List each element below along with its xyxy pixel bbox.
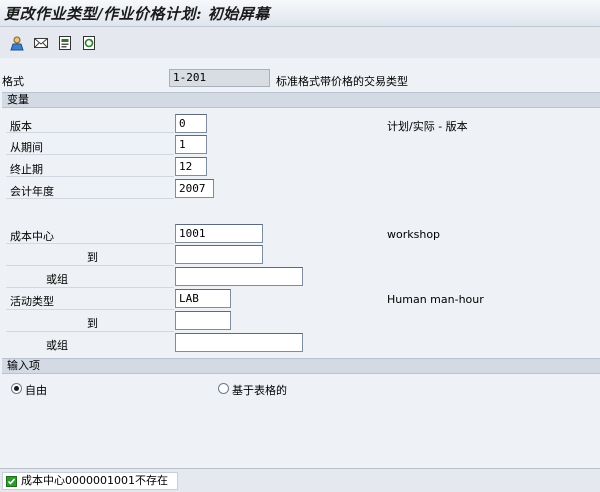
- to-period-label: 终止期: [10, 163, 43, 176]
- radio-selected-dot: [14, 386, 19, 391]
- activity-type-row-divider: [6, 309, 174, 310]
- layout-description: 标准格式带价格的交易类型: [276, 75, 408, 88]
- mail-icon: [33, 35, 49, 51]
- document-refresh-button[interactable]: [80, 34, 98, 51]
- from-period-label: 从期间: [10, 141, 43, 154]
- entry-section-header: 输入项: [2, 358, 600, 374]
- to-period-input[interactable]: 12: [175, 157, 207, 176]
- cost-center-group-label: 或组: [46, 273, 68, 286]
- variables-section-header: 变量: [2, 92, 600, 108]
- user-button[interactable]: [8, 34, 26, 51]
- cost-center-group-row-divider: [6, 287, 174, 288]
- from-period-input[interactable]: 1: [175, 135, 207, 154]
- status-message: 成本中心0000001001不存在: [21, 474, 168, 487]
- variables-header-label: 变量: [7, 93, 29, 106]
- form-based-radio[interactable]: [218, 383, 229, 394]
- selection-panel: 格式 1-201 标准格式带价格的交易类型 变量 版本 0 计划/实际 - 版本…: [0, 58, 600, 468]
- free-entry-radio[interactable]: [11, 383, 22, 394]
- cost-center-row-divider: [6, 243, 174, 244]
- activity-type-input[interactable]: LAB: [175, 289, 231, 308]
- activity-type-label: 活动类型: [10, 295, 54, 308]
- status-message-area[interactable]: 成本中心0000001001不存在: [2, 472, 178, 490]
- from-period-row-divider: [6, 154, 174, 155]
- mail-button[interactable]: [32, 34, 50, 51]
- document-icon: [57, 35, 73, 51]
- version-row-divider: [6, 132, 174, 133]
- title-bar: 更改作业类型/作业价格计划: 初始屏幕: [0, 0, 600, 27]
- document-refresh-icon: [81, 35, 97, 51]
- form-based-label[interactable]: 基于表格的: [232, 382, 287, 398]
- fiscal-year-label: 会计年度: [10, 185, 54, 198]
- cost-center-to-label: 到: [87, 251, 98, 264]
- version-input[interactable]: 0: [175, 114, 207, 133]
- document-button[interactable]: [56, 34, 74, 51]
- cost-center-description: workshop: [387, 228, 441, 241]
- fiscal-year-row-divider: [6, 198, 174, 199]
- cost-center-label: 成本中心: [10, 230, 54, 243]
- status-bar: 成本中心0000001001不存在: [0, 468, 600, 492]
- free-entry-label[interactable]: 自由: [25, 382, 47, 398]
- cost-center-group-input[interactable]: [175, 267, 303, 286]
- entry-header-label: 输入项: [7, 359, 40, 372]
- user-icon: [9, 35, 25, 51]
- cost-center-input[interactable]: 1001: [175, 224, 263, 243]
- activity-type-to-input[interactable]: [175, 311, 231, 330]
- activity-type-to-label: 到: [87, 317, 98, 330]
- activity-type-group-label: 或组: [46, 339, 68, 352]
- success-check-icon: [6, 476, 17, 487]
- layout-label: 格式: [2, 75, 24, 88]
- cost-center-to-row-divider: [6, 265, 174, 266]
- application-toolbar: [0, 27, 600, 57]
- window-title: 更改作业类型/作业价格计划: 初始屏幕: [4, 5, 270, 23]
- fiscal-year-input[interactable]: 2007: [175, 179, 214, 198]
- to-period-row-divider: [6, 176, 174, 177]
- version-description: 计划/实际 - 版本: [387, 120, 468, 133]
- activity-type-description: Human man-hour: [387, 293, 484, 306]
- activity-type-to-row-divider: [6, 331, 174, 332]
- activity-type-group-input[interactable]: [175, 333, 303, 352]
- layout-field: 1-201: [169, 69, 270, 87]
- cost-center-to-input[interactable]: [175, 245, 263, 264]
